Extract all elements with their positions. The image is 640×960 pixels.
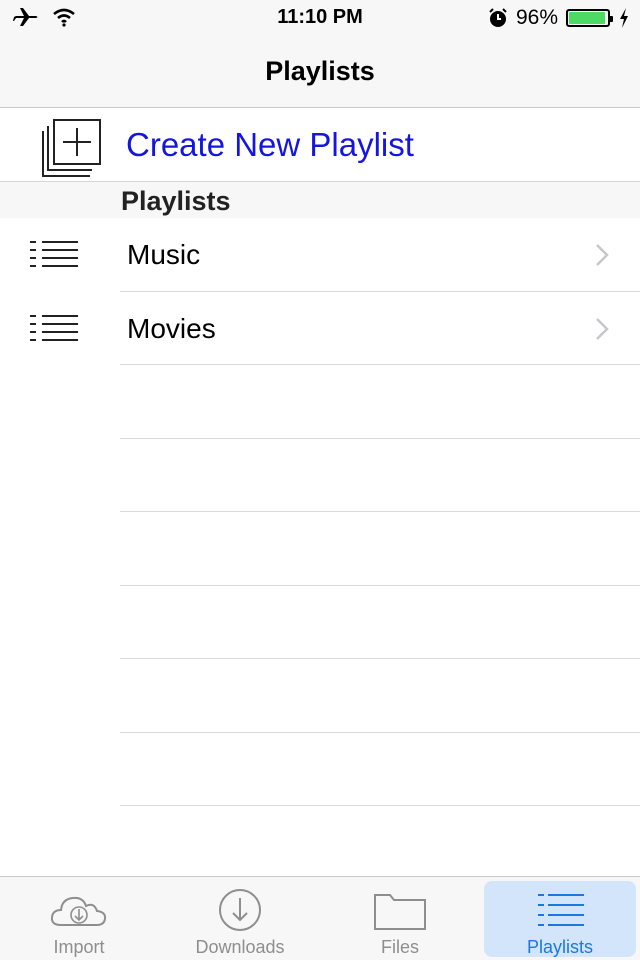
charging-bolt-icon (620, 8, 628, 28)
tab-playlists[interactable]: Playlists (484, 881, 636, 957)
cloud-download-icon (50, 896, 107, 926)
add-playlist-icon (42, 119, 101, 177)
download-circle-icon (219, 889, 261, 931)
navigation-bar: Playlists (0, 40, 640, 108)
battery-percent: 96% (515, 6, 558, 29)
battery-level-fill (569, 12, 606, 24)
folder-icon (374, 894, 426, 930)
tab-label: Playlists (526, 937, 593, 957)
page-title: Playlists (265, 56, 375, 86)
empty-row (0, 733, 640, 806)
empty-row (0, 586, 640, 659)
empty-row (0, 365, 640, 439)
tab-bar: Import Downloads Files Playlists (0, 876, 640, 960)
playlist-name: Movies (127, 312, 216, 344)
create-new-playlist-label: Create New Playlist (126, 126, 414, 163)
list-icon (30, 314, 78, 341)
status-right: 96% (488, 6, 630, 30)
battery-icon (566, 9, 613, 27)
section-title: Playlists (121, 186, 231, 216)
empty-row (0, 439, 640, 512)
tab-import[interactable]: Import (3, 881, 155, 957)
status-bar: 11:10 PM 96% (0, 0, 640, 40)
playlist-list: Music Movies (0, 218, 640, 806)
tab-label: Files (380, 937, 419, 957)
tab-downloads[interactable]: Downloads (164, 881, 316, 957)
tab-label: Import (53, 937, 105, 957)
battery-tip (610, 16, 613, 22)
playlist-row-music[interactable]: Music (0, 218, 640, 292)
empty-row (0, 659, 640, 733)
tab-label: Downloads (195, 937, 285, 957)
playlist-name: Music (127, 239, 201, 270)
section-header: Playlists (0, 182, 640, 218)
list-icon (30, 241, 78, 267)
list-icon (538, 894, 584, 926)
empty-row (0, 512, 640, 586)
playlist-row-movies[interactable]: Movies (0, 292, 640, 365)
chevron-right-icon (596, 244, 609, 266)
tab-files[interactable]: Files (324, 881, 476, 957)
row-separator (120, 805, 640, 806)
alarm-icon (489, 8, 507, 27)
chevron-right-icon (596, 317, 609, 340)
create-new-playlist-button[interactable]: Create New Playlist (0, 108, 640, 182)
